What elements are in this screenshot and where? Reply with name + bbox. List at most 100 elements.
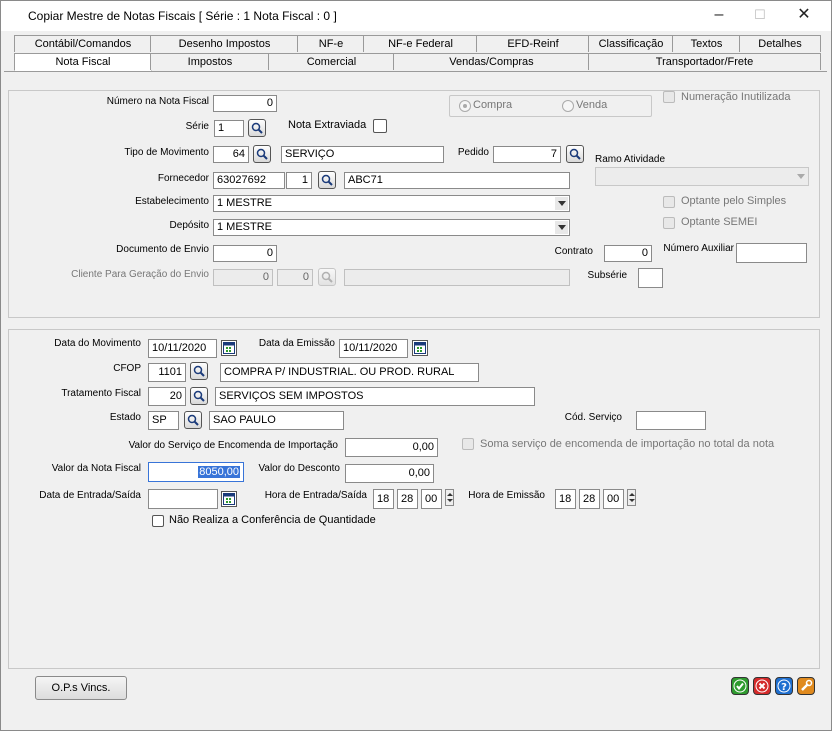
radio-compra-label: Compra [473, 99, 513, 111]
search-icon [187, 414, 199, 426]
data-mov-calendar-button[interactable] [221, 340, 237, 356]
valor-nota-input[interactable]: 8050,00 [148, 462, 244, 482]
ramo-label: Ramo Atividade [595, 154, 666, 165]
minimize-button[interactable]: – [708, 5, 730, 25]
inutilizada-label: Numeração Inutilizada [681, 91, 791, 103]
data-emissao-input[interactable]: 10/11/2020 [339, 339, 408, 358]
tab-comercial[interactable]: Comercial [268, 53, 395, 70]
search-icon [569, 148, 581, 160]
close-button[interactable]: ✕ [793, 5, 815, 25]
extraviada-checkbox[interactable] [373, 119, 387, 133]
radio-compra[interactable] [459, 100, 471, 112]
trat-code-input[interactable]: 20 [148, 387, 186, 406]
trat-search-button[interactable] [190, 387, 208, 405]
tipo-mov-desc-input[interactable]: SERVIÇO [281, 146, 444, 163]
fornecedor-seq-input[interactable]: 1 [286, 172, 312, 189]
cancel-button[interactable] [753, 677, 771, 695]
cliente-code-input[interactable]: 0 [213, 269, 273, 286]
tab-contabil-comandos[interactable]: Contábil/Comandos [14, 35, 152, 52]
tools-button[interactable] [797, 677, 815, 695]
serie-input[interactable]: 1 [214, 120, 244, 137]
cod-servico-input[interactable] [636, 411, 706, 430]
estado-desc-input[interactable]: SAO PAULO [209, 411, 344, 430]
valor-desc-input[interactable]: 0,00 [345, 464, 434, 483]
doc-envio-input[interactable]: 0 [213, 245, 277, 262]
dialog-window: Copiar Mestre de Notas Fiscais [ Série :… [0, 0, 832, 731]
contrato-input[interactable]: 0 [604, 245, 652, 262]
tab-detalhes[interactable]: Detalhes [739, 35, 821, 52]
hora-emissao-h[interactable]: 18 [555, 489, 576, 509]
hora-emissao-spinner[interactable] [627, 489, 636, 506]
estab-select[interactable]: 1 MESTRE [213, 195, 570, 212]
tab-impostos[interactable]: Impostos [150, 53, 270, 70]
simples-checkbox[interactable] [663, 196, 675, 208]
num-aux-input[interactable] [736, 243, 807, 263]
hora-emissao-s[interactable]: 00 [603, 489, 624, 509]
semei-checkbox[interactable] [663, 217, 675, 229]
tab-desenho-impostos[interactable]: Desenho Impostos [150, 35, 299, 52]
ramo-select[interactable] [595, 167, 809, 186]
hora-entrada-s[interactable]: 00 [421, 489, 442, 509]
tab-transportador-frete[interactable]: Transportador/Frete [588, 53, 821, 70]
valor-nota-label: Valor da Nota Fiscal [51, 463, 141, 474]
trat-desc-input[interactable]: SERVIÇOS SEM IMPOSTOS [215, 387, 535, 406]
title-bar: Copiar Mestre de Notas Fiscais [ Série :… [1, 1, 831, 31]
cfop-search-button[interactable] [190, 362, 208, 380]
check-icon [733, 679, 747, 693]
data-entrada-input[interactable] [148, 489, 218, 509]
numero-input[interactable]: 0 [213, 95, 277, 112]
cfop-code-input[interactable]: 1101 [148, 363, 186, 382]
contrato-label: Contrato [554, 246, 593, 257]
hora-emissao-m[interactable]: 28 [579, 489, 600, 509]
numero-label: Número na Nota Fiscal [106, 96, 209, 107]
pedido-label: Pedido [457, 147, 489, 158]
hora-entrada-label: Hora de Entrada/Saída [264, 490, 367, 501]
fornecedor-search-button[interactable] [318, 171, 336, 189]
conferencia-checkbox[interactable] [152, 515, 164, 527]
maximize-button[interactable]: ☐ [749, 5, 771, 25]
cliente-name-input[interactable] [344, 269, 570, 286]
deposito-select[interactable]: 1 MESTRE [213, 219, 570, 236]
tab-efd-reinf[interactable]: EFD-Reinf [476, 35, 590, 52]
search-icon [256, 148, 268, 160]
pedido-input[interactable]: 7 [493, 146, 561, 163]
fornecedor-name-input[interactable]: ABC71 [344, 172, 570, 189]
cfop-label: CFOP [113, 363, 141, 374]
tab-nfe-federal[interactable]: NF-e Federal [363, 35, 478, 52]
data-mov-input[interactable]: 10/11/2020 [148, 339, 217, 358]
calendar-icon [223, 493, 235, 505]
cliente-search-button[interactable] [318, 268, 336, 286]
estado-code-input[interactable]: SP [148, 411, 179, 430]
pedido-search-button[interactable] [566, 145, 584, 163]
estado-label: Estado [109, 412, 141, 423]
semei-label: Optante SEMEI [681, 216, 758, 228]
data-emissao-calendar-button[interactable] [412, 340, 428, 356]
cfop-desc-input[interactable]: COMPRA P/ INDUSTRIAL. OU PROD. RURAL [220, 363, 479, 382]
serie-search-button[interactable] [248, 119, 266, 137]
tipo-mov-code-input[interactable]: 64 [213, 146, 249, 163]
search-icon [193, 390, 205, 402]
radio-venda-label: Venda [576, 99, 608, 111]
soma-checkbox[interactable] [462, 438, 474, 450]
hora-entrada-spinner[interactable] [445, 489, 454, 506]
inutilizada-checkbox[interactable] [663, 91, 675, 103]
tab-nfe[interactable]: NF-e [297, 35, 365, 52]
data-entrada-calendar-button[interactable] [221, 491, 237, 507]
hora-entrada-m[interactable]: 28 [397, 489, 418, 509]
calendar-icon [223, 342, 235, 354]
tipo-mov-search-button[interactable] [253, 145, 271, 163]
estado-search-button[interactable] [184, 411, 202, 429]
tab-vendas-compras[interactable]: Vendas/Compras [393, 53, 590, 70]
fornecedor-code-input[interactable]: 63027692 [213, 172, 285, 189]
tab-nota-fiscal[interactable]: Nota Fiscal [14, 53, 152, 71]
tab-classificacao[interactable]: Classificação [588, 35, 674, 52]
valor-enc-input[interactable]: 0,00 [345, 438, 438, 457]
tab-textos[interactable]: Textos [672, 35, 741, 52]
ok-button[interactable] [731, 677, 749, 695]
help-button[interactable]: ? [775, 677, 793, 695]
ops-vincs-button[interactable]: O.P.s Vincs. [35, 676, 127, 700]
radio-venda[interactable] [562, 100, 574, 112]
hora-entrada-h[interactable]: 18 [373, 489, 394, 509]
cliente-seq-input[interactable]: 0 [277, 269, 313, 286]
subserie-input[interactable] [638, 268, 663, 288]
